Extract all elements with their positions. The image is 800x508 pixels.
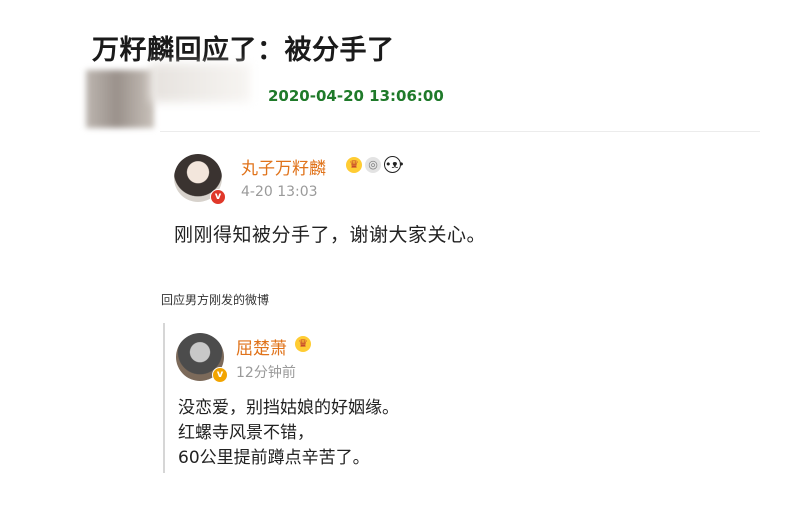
quote-bar xyxy=(163,323,165,473)
post-time: 4-20 13:03 xyxy=(241,184,318,200)
reply-time: 12分钟前 xyxy=(236,365,296,381)
verified-badge-icon: v xyxy=(212,367,228,383)
user-badges: ♛ ◎ •ᴥ• xyxy=(346,156,405,173)
reply-line: 没恋爱，别挡姑娘的好姻缘。 xyxy=(178,398,399,418)
caption: 回应男方刚发的微博 xyxy=(161,293,270,307)
medal-icon: ◎ xyxy=(365,156,381,173)
article-headline: 万籽麟回应了：被分手了 xyxy=(92,35,395,66)
reply-line: 60公里提前蹲点辛苦了。 xyxy=(178,448,370,468)
user-badges: ♛ xyxy=(295,336,311,352)
blurred-image xyxy=(86,70,154,128)
crown-icon: ♛ xyxy=(346,156,362,173)
post-text: 刚刚得知被分手了，谢谢大家关心。 xyxy=(174,224,487,246)
verified-badge-icon: v xyxy=(210,189,226,205)
reply-line: 红螺寺风景不错， xyxy=(178,423,314,443)
reply-username[interactable]: 屈楚萧 xyxy=(236,334,287,359)
crown-icon: ♛ xyxy=(295,336,311,352)
panda-icon: •ᴥ• xyxy=(384,156,405,173)
reply-text: 没恋爱，别挡姑娘的好姻缘。 红螺寺风景不错， 60公里提前蹲点辛苦了。 xyxy=(178,396,399,471)
blurred-image-secondary xyxy=(150,64,250,102)
article-timestamp: 2020-04-20 13:06:00 xyxy=(268,87,444,105)
divider xyxy=(160,131,760,132)
post-username[interactable]: 丸子万籽麟 xyxy=(241,154,326,179)
